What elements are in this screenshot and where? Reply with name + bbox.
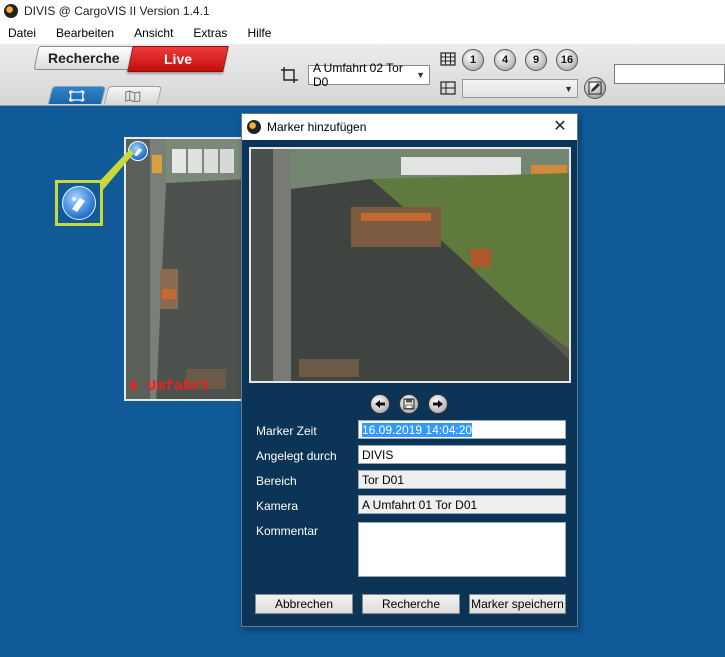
menu-extras[interactable]: Extras: [193, 26, 227, 40]
save-marker-button[interactable]: Marker speichern: [469, 594, 566, 614]
bereich-label: Bereich: [256, 474, 297, 488]
kommentar-textarea[interactable]: [358, 522, 566, 577]
kommentar-label: Kommentar: [256, 524, 319, 538]
window-titlebar: DIVIS @ CargoVIS II Version 1.4.1: [0, 0, 725, 22]
close-icon[interactable]: ✕: [551, 117, 569, 135]
previous-button[interactable]: [370, 394, 390, 414]
camera-image: [126, 139, 242, 399]
chevron-down-icon: ▼: [564, 83, 573, 94]
menu-hilfe[interactable]: Hilfe: [247, 26, 271, 40]
dialog-title: Marker hinzufügen: [267, 120, 367, 134]
arrow-right-icon: [433, 400, 443, 408]
app-icon: [247, 120, 261, 134]
marker-dialog: Marker hinzufügen ✕ Marker Zeit 16.09.20…: [241, 113, 578, 627]
marker-callout: [55, 180, 103, 226]
chevron-down-icon: ▼: [416, 70, 425, 80]
grid-icon[interactable]: [440, 52, 456, 66]
mode-recherche-label: Recherche: [48, 50, 120, 66]
menu-ansicht[interactable]: Ansicht: [134, 26, 173, 40]
camera-tile-label: A Umfahrt: [129, 378, 211, 395]
tab-fullscreen-view[interactable]: [47, 86, 107, 104]
marker-preview-image: [249, 147, 571, 383]
save-snapshot-button[interactable]: [399, 394, 419, 414]
marker-icon: [62, 186, 96, 220]
mode-recherche-button[interactable]: Recherche: [33, 46, 135, 70]
menu-bearbeiten[interactable]: Bearbeiten: [56, 26, 114, 40]
app-icon: [4, 4, 18, 18]
camera-select[interactable]: A Umfahrt 02 Tor D0 ▼: [308, 61, 430, 89]
angelegt-field[interactable]: DIVIS: [358, 445, 566, 464]
tab-map-view[interactable]: [103, 86, 163, 104]
angelegt-label: Angelegt durch: [256, 449, 337, 463]
menu-bar: Datei Bearbeiten Ansicht Extras Hilfe: [0, 22, 725, 44]
layout-select[interactable]: ▼: [462, 79, 578, 98]
camera-tile[interactable]: A Umfahrt: [124, 137, 244, 401]
layout-4-button[interactable]: 4: [494, 49, 516, 71]
mode-live-label: Live: [163, 51, 192, 67]
layout-16-button[interactable]: 16: [556, 49, 578, 71]
kamera-label: Kamera: [256, 499, 299, 513]
mode-switch: Recherche Live: [33, 46, 236, 74]
kamera-field[interactable]: A Umfahrt 01 Tor D01: [358, 495, 566, 514]
layout-list-icon[interactable]: [440, 81, 456, 95]
dialog-titlebar: Marker hinzufügen ✕: [242, 114, 577, 140]
bereich-field[interactable]: Tor D01: [358, 470, 566, 489]
research-button[interactable]: Recherche: [362, 594, 460, 614]
arrow-left-icon: [375, 400, 385, 408]
mode-live-button[interactable]: Live: [127, 46, 229, 72]
camera-select-value: A Umfahrt 02 Tor D0: [313, 61, 403, 89]
layout-1-button[interactable]: 1: [462, 49, 484, 71]
map-icon: [125, 89, 141, 102]
search-input[interactable]: [614, 64, 725, 84]
next-button[interactable]: [428, 394, 448, 414]
marker-zeit-field[interactable]: 16.09.2019 14:04:20: [358, 420, 566, 439]
edit-icon: [588, 81, 602, 95]
save-icon: [403, 398, 415, 410]
fullscreen-icon: [69, 90, 85, 101]
cancel-button[interactable]: Abbrechen: [255, 594, 353, 614]
marker-zeit-label: Marker Zeit: [256, 424, 317, 438]
menu-datei[interactable]: Datei: [8, 26, 36, 40]
edit-layout-button[interactable]: [584, 77, 606, 99]
window-title: DIVIS @ CargoVIS II Version 1.4.1: [24, 4, 210, 18]
preview-scene: [251, 149, 569, 381]
layout-9-button[interactable]: 9: [525, 49, 547, 71]
crop-icon[interactable]: [280, 66, 300, 84]
toolbar: Recherche Live A Umfahrt 02 Tor D0 ▼ 1 4…: [0, 44, 725, 106]
